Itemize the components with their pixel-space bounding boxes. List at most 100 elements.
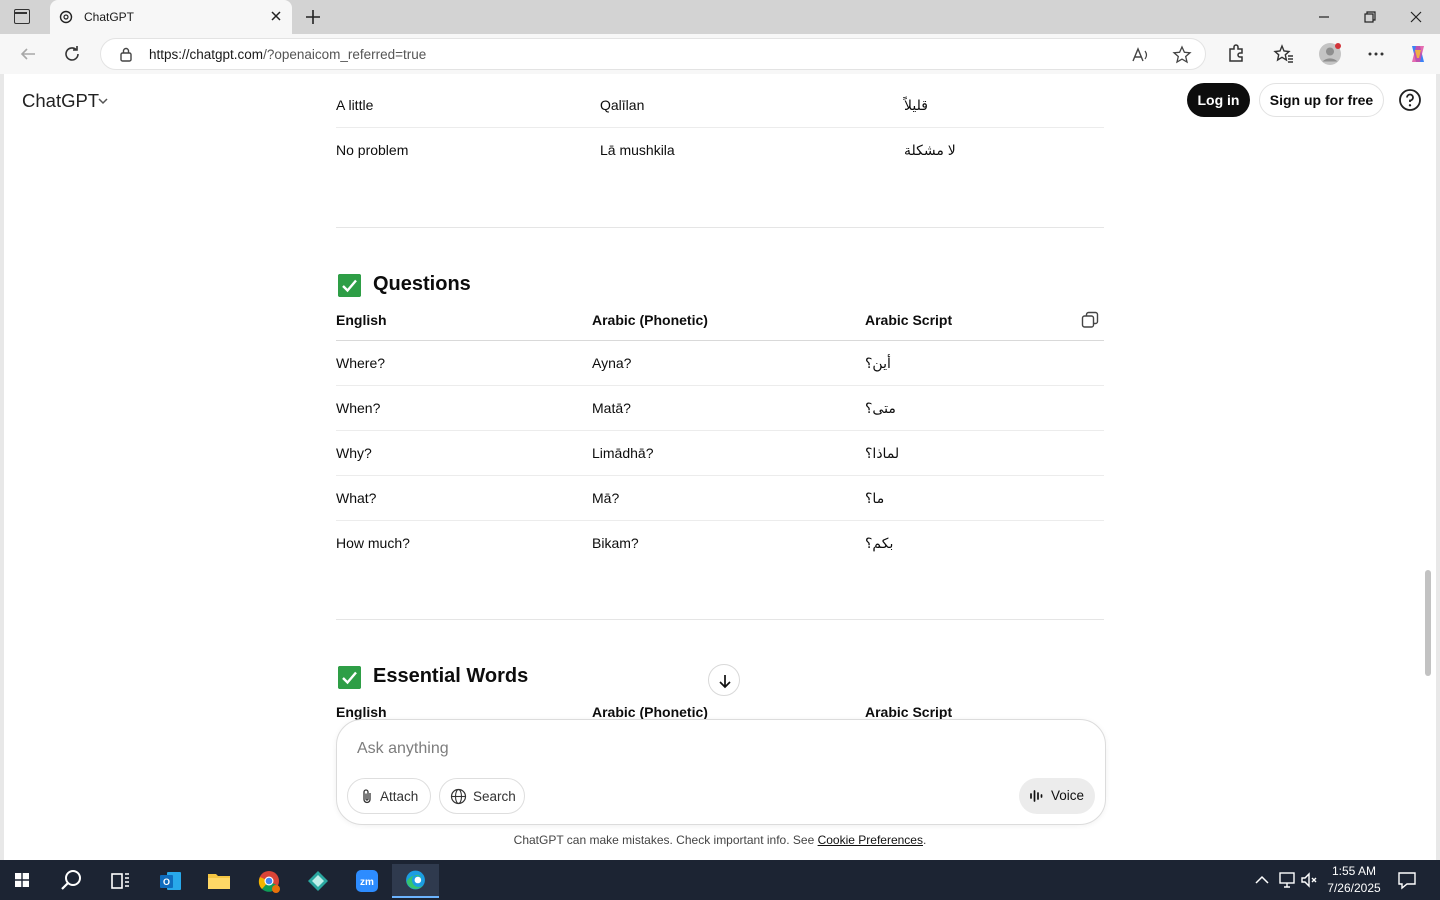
browser-tab[interactable]: ChatGPT	[50, 0, 292, 34]
table-row: When? Matā? متى؟	[336, 386, 1104, 431]
cell-phonetic: Mā?	[592, 490, 620, 506]
table-row: Where? Ayna? أين؟	[336, 341, 1104, 386]
chrome-icon[interactable]	[249, 864, 289, 898]
more-options-icon[interactable]	[1364, 42, 1388, 66]
cell-arabic: قليلاً	[904, 97, 928, 113]
globe-icon	[450, 788, 467, 805]
refresh-icon[interactable]	[60, 42, 84, 66]
copilot-icon[interactable]	[1406, 42, 1430, 66]
cell-english: Where?	[336, 355, 386, 371]
back-icon[interactable]	[16, 42, 40, 66]
system-clock[interactable]: 1:55 AM 7/26/2025	[1318, 863, 1390, 897]
table-row: Why? Limādhā? لماذا؟	[336, 431, 1104, 476]
disclaimer-text: ChatGPT can make mistakes. Check importa…	[513, 833, 815, 847]
favorites-icon[interactable]	[1272, 42, 1296, 66]
cookie-preferences-link[interactable]: Cookie Preferences	[818, 833, 923, 847]
zoom-icon[interactable]: zm	[347, 864, 387, 898]
read-aloud-icon[interactable]	[1131, 46, 1151, 64]
search-button[interactable]: Search	[439, 778, 525, 814]
column-header-english: English	[336, 312, 387, 328]
cell-english: No problem	[336, 142, 409, 158]
url-domain: https://chatgpt.com	[149, 47, 264, 62]
new-tab-icon[interactable]	[302, 6, 324, 28]
windows-start-icon[interactable]	[2, 864, 42, 898]
svg-text:zm: zm	[360, 877, 374, 888]
restore-icon[interactable]	[1359, 6, 1381, 28]
column-header-english: English	[336, 704, 387, 720]
cell-english: How much?	[336, 535, 410, 551]
prompt-input[interactable]: Ask anything	[357, 740, 449, 758]
network-icon[interactable]	[1276, 870, 1298, 890]
close-window-icon[interactable]	[1405, 6, 1427, 28]
chatgpt-page: ChatGPT Log in Sign up for free A little…	[0, 74, 1440, 860]
lock-icon[interactable]	[119, 47, 133, 62]
page-scrollbar[interactable]	[1425, 570, 1431, 676]
tab-actions-icon[interactable]	[14, 9, 30, 24]
minimize-icon[interactable]	[1313, 6, 1335, 28]
help-icon[interactable]	[1398, 88, 1422, 112]
edge-icon[interactable]	[392, 864, 439, 898]
paperclip-icon	[363, 789, 371, 804]
login-button[interactable]: Log in	[1187, 83, 1250, 117]
voice-waveform-icon	[1030, 790, 1043, 802]
cell-arabic: لا مشكلة	[904, 142, 956, 158]
check-mark-icon	[338, 666, 361, 689]
column-header-phonetic: Arabic (Phonetic)	[592, 312, 708, 328]
disclaimer-footer: ChatGPT can make mistakes. Check importa…	[4, 833, 1436, 847]
cell-arabic: ما؟	[865, 490, 885, 506]
attach-label: Attach	[380, 789, 419, 804]
app-diamond-icon[interactable]	[298, 864, 338, 898]
section-divider	[336, 227, 1104, 228]
show-hidden-icons-icon[interactable]	[1252, 872, 1272, 888]
copy-table-icon[interactable]	[1080, 310, 1100, 330]
search-icon[interactable]	[51, 864, 91, 898]
column-header-phonetic: Arabic (Phonetic)	[592, 704, 708, 720]
outlook-icon[interactable]: O	[151, 864, 191, 898]
cell-english: When?	[336, 400, 381, 416]
cell-phonetic: Qalīlan	[600, 97, 645, 113]
cell-phonetic: Matā?	[592, 400, 631, 416]
volume-muted-icon[interactable]	[1299, 870, 1319, 890]
cell-phonetic: Ayna?	[592, 355, 632, 371]
extensions-icon[interactable]	[1224, 42, 1248, 66]
table-row: No problem Lā mushkila لا مشكلة	[336, 128, 1104, 173]
arrow-down-icon	[719, 675, 731, 689]
section-title: Questions	[373, 273, 471, 295]
cell-english: A little	[336, 97, 374, 113]
task-view-icon[interactable]	[100, 864, 140, 898]
section-divider	[336, 619, 1104, 620]
disclaimer-trail: .	[922, 833, 927, 847]
file-explorer-icon[interactable]	[199, 864, 239, 898]
cell-arabic: أين؟	[865, 355, 891, 371]
scroll-to-bottom-button[interactable]	[708, 664, 740, 696]
address-bar[interactable]: https://chatgpt.com/?openaicom_referred=…	[100, 38, 1206, 70]
browser-toolbar: https://chatgpt.com/?openaicom_referred=…	[0, 34, 1440, 74]
chevron-down-icon[interactable]	[96, 94, 110, 108]
voice-button[interactable]: Voice	[1019, 778, 1095, 814]
notification-icon[interactable]	[1396, 869, 1418, 891]
column-header-arabic: Arabic Script	[865, 704, 953, 720]
table-row: A little Qalīlan قليلاً	[336, 83, 1104, 128]
signup-button[interactable]: Sign up for free	[1259, 83, 1384, 117]
message-composer: Ask anything Attach Search Voice	[336, 719, 1106, 825]
cell-phonetic: Lā mushkila	[600, 142, 675, 158]
cell-arabic: متى؟	[865, 400, 896, 416]
check-mark-icon	[338, 274, 361, 297]
browser-titlebar: ChatGPT	[0, 0, 1440, 34]
svg-text:O: O	[163, 877, 170, 887]
table-row: How much? Bikam? بكم؟	[336, 521, 1104, 566]
profile-avatar-icon[interactable]	[1318, 42, 1342, 66]
brand-model-selector[interactable]: ChatGPT	[22, 90, 99, 112]
cell-phonetic: Limādhā?	[592, 445, 654, 461]
tab-title: ChatGPT	[84, 10, 135, 24]
attach-button[interactable]: Attach	[347, 778, 431, 814]
cell-english: What?	[336, 490, 377, 506]
search-label: Search	[473, 789, 516, 804]
cell-english: Why?	[336, 445, 372, 461]
chatgpt-favicon-icon	[59, 10, 73, 24]
clock-time: 1:55 AM	[1331, 864, 1377, 878]
close-tab-icon[interactable]	[268, 8, 284, 24]
voice-label: Voice	[1051, 788, 1085, 803]
favorite-star-icon[interactable]	[1172, 45, 1192, 65]
url-text[interactable]: https://chatgpt.com/?openaicom_referred=…	[149, 47, 426, 62]
